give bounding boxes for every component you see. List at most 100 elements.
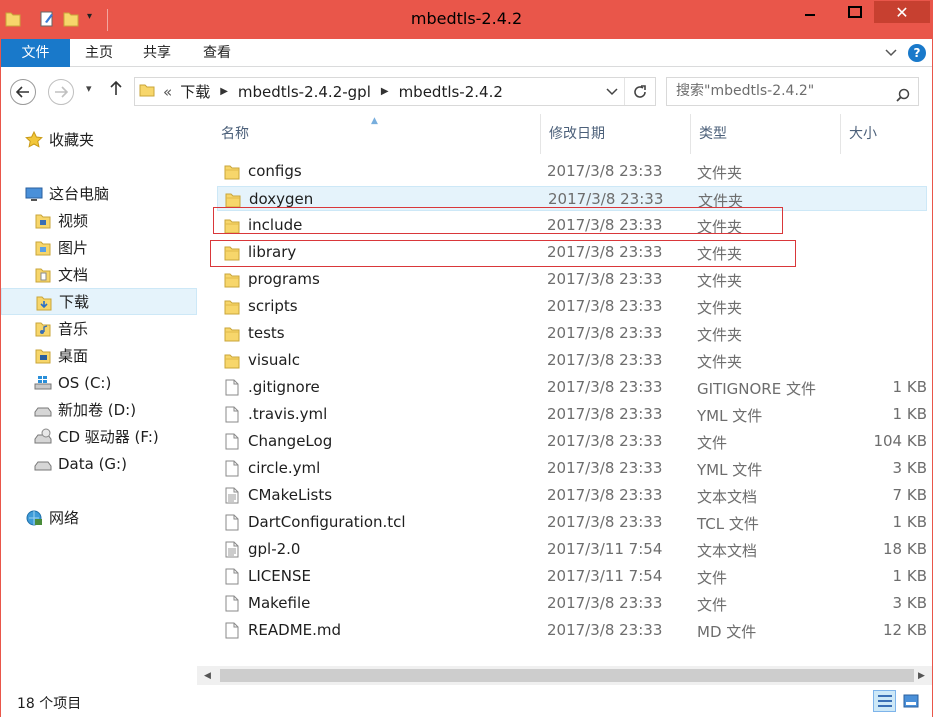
- file-size: 7 KB: [892, 486, 927, 504]
- back-arrow-icon: [16, 86, 29, 98]
- file-name: .travis.yml: [248, 405, 328, 423]
- file-row-library[interactable]: library 2017/3/8 23:33 文件夹: [217, 240, 927, 265]
- navigation-pane: 收藏夹 这台电脑 视频 图片 文档 下载 音乐 桌面 OS (C:) 新加卷 (…: [1, 114, 197, 685]
- file-icon: [224, 379, 240, 396]
- recent-locations-button[interactable]: ▾: [86, 82, 92, 95]
- file-type: GITIGNORE 文件: [697, 380, 816, 398]
- title-bar[interactable]: ▾ mbedtls-2.4.2 ✕: [1, 1, 932, 39]
- close-button[interactable]: ✕: [874, 1, 930, 23]
- file-row-readme-md[interactable]: README.md 2017/3/8 23:33 MD 文件 12 KB: [217, 618, 927, 643]
- folder-icon: [224, 325, 240, 342]
- new-folder-icon[interactable]: [63, 10, 79, 28]
- nav-item-drive-f[interactable]: CD 驱动器 (F:): [1, 423, 197, 450]
- nav-item-drive-g[interactable]: Data (G:): [1, 450, 197, 477]
- file-size: 104 KB: [873, 432, 927, 450]
- file-date: 2017/3/8 23:33: [547, 216, 663, 234]
- address-history-dropdown[interactable]: [606, 78, 618, 105]
- file-icon: [224, 460, 240, 477]
- nav-item-pictures[interactable]: 图片: [1, 234, 197, 261]
- search-icon[interactable]: [896, 85, 910, 112]
- tab-share[interactable]: 共享: [133, 39, 181, 67]
- file-row-license[interactable]: LICENSE 2017/3/11 7:54 文件 1 KB: [217, 564, 927, 589]
- breadcrumb-item-current[interactable]: mbedtls-2.4.2: [399, 83, 503, 101]
- up-button[interactable]: [109, 80, 123, 99]
- scroll-right-button[interactable]: ▶: [911, 666, 932, 685]
- nav-item-network[interactable]: 网络: [1, 504, 197, 531]
- window-title: mbedtls-2.4.2: [410, 9, 523, 28]
- file-row-visualc[interactable]: visualc 2017/3/8 23:33 文件夹: [217, 348, 927, 373]
- file-row-makefile[interactable]: Makefile 2017/3/8 23:33 文件 3 KB: [217, 591, 927, 616]
- breadcrumb-separator-icon[interactable]: ▶: [220, 86, 228, 97]
- nav-item-videos[interactable]: 视频: [1, 207, 197, 234]
- music-folder-icon: [34, 320, 52, 338]
- details-view-button[interactable]: [873, 690, 896, 712]
- file-type: 文件: [697, 434, 728, 452]
- downloads-folder-icon: [35, 294, 53, 312]
- nav-item-documents[interactable]: 文档: [1, 261, 197, 288]
- refresh-button[interactable]: [624, 78, 655, 105]
- nav-item-label: 这台电脑: [49, 185, 110, 203]
- file-name: doxygen: [249, 190, 314, 208]
- tab-view[interactable]: 查看: [193, 39, 241, 67]
- help-icon: ?: [913, 46, 921, 60]
- nav-item-downloads[interactable]: 下载: [1, 288, 197, 315]
- pictures-folder-icon: [34, 239, 52, 257]
- tab-home[interactable]: 主页: [75, 39, 123, 67]
- file-row-circle-yml[interactable]: circle.yml 2017/3/8 23:33 YML 文件 3 KB: [217, 456, 927, 481]
- nav-item-label: 图片: [58, 239, 89, 257]
- file-row-tests[interactable]: tests 2017/3/8 23:33 文件夹: [217, 321, 927, 346]
- breadcrumb-item-downloads[interactable]: 下载: [180, 81, 210, 102]
- address-bar[interactable]: « 下载 ▶ mbedtls-2.4.2-gpl ▶ mbedtls-2.4.2: [134, 77, 656, 106]
- minimize-icon: [804, 14, 815, 16]
- file-icon: [224, 622, 240, 639]
- file-row-dartconfiguration-tcl[interactable]: DartConfiguration.tcl 2017/3/8 23:33 TCL 文…: [217, 510, 927, 535]
- properties-icon[interactable]: [39, 10, 55, 28]
- column-header-date[interactable]: 修改日期: [541, 114, 691, 154]
- nav-item-desktop[interactable]: 桌面: [1, 342, 197, 369]
- nav-item-favorites[interactable]: 收藏夹: [1, 126, 197, 153]
- file-row-changelog[interactable]: ChangeLog 2017/3/8 23:33 文件 104 KB: [217, 429, 927, 454]
- nav-item-drive-c[interactable]: OS (C:): [1, 369, 197, 396]
- file-row-gpl-2-0[interactable]: gpl-2.0 2017/3/11 7:54 文本文档 18 KB: [217, 537, 927, 562]
- file-row-programs[interactable]: programs 2017/3/8 23:33 文件夹: [217, 267, 927, 292]
- breadcrumb-overflow[interactable]: «: [163, 83, 172, 101]
- customize-toolbar-icon[interactable]: ▾: [87, 11, 103, 29]
- back-button[interactable]: [10, 79, 36, 105]
- file-date: 2017/3/8 23:33: [547, 459, 663, 477]
- text-document-icon: [224, 487, 240, 504]
- file-row-include[interactable]: include 2017/3/8 23:33 文件夹: [217, 213, 927, 238]
- nav-item-music[interactable]: 音乐: [1, 315, 197, 342]
- file-row-travis-yml[interactable]: .travis.yml 2017/3/8 23:33 YML 文件 1 KB: [217, 402, 927, 427]
- file-row-doxygen[interactable]: doxygen 2017/3/8 23:33 文件夹: [217, 186, 927, 211]
- file-row-cmakelists[interactable]: CMakeLists 2017/3/8 23:33 文本文档 7 KB: [217, 483, 927, 508]
- forward-button[interactable]: [48, 79, 74, 105]
- folder-icon[interactable]: [5, 10, 21, 28]
- nav-item-this-pc[interactable]: 这台电脑: [1, 180, 197, 207]
- file-row-configs[interactable]: configs 2017/3/8 23:33 文件夹: [217, 159, 927, 184]
- file-type: 文件夹: [697, 353, 743, 371]
- star-icon: [25, 130, 43, 149]
- nav-item-drive-d[interactable]: 新加卷 (D:): [1, 396, 197, 423]
- folder-icon: [224, 352, 240, 369]
- file-row-gitignore[interactable]: .gitignore 2017/3/8 23:33 GITIGNORE 文件 1 KB: [217, 375, 927, 400]
- column-header-size[interactable]: 大小: [841, 114, 932, 154]
- up-arrow-icon: [110, 80, 122, 95]
- file-size: 1 KB: [892, 378, 927, 396]
- file-name: DartConfiguration.tcl: [248, 513, 406, 531]
- collapse-ribbon-button[interactable]: [883, 44, 899, 62]
- help-button[interactable]: ?: [908, 44, 926, 62]
- breadcrumb-item-gpl[interactable]: mbedtls-2.4.2-gpl: [238, 83, 371, 101]
- file-row-scripts[interactable]: scripts 2017/3/8 23:33 文件夹: [217, 294, 927, 319]
- folder-icon: [224, 244, 240, 261]
- tab-file[interactable]: 文件: [1, 39, 70, 67]
- column-header-type[interactable]: 类型: [691, 114, 841, 154]
- minimize-button[interactable]: [796, 1, 823, 23]
- breadcrumb-separator-icon[interactable]: ▶: [381, 86, 389, 97]
- scroll-left-button[interactable]: ◀: [197, 666, 218, 685]
- scrollbar-thumb[interactable]: [220, 669, 914, 682]
- file-type: 文件夹: [698, 192, 744, 210]
- maximize-button[interactable]: [841, 1, 868, 23]
- horizontal-scrollbar[interactable]: ◀ ▶: [197, 666, 932, 685]
- search-box[interactable]: 搜索"mbedtls-2.4.2": [666, 77, 919, 106]
- large-icons-view-button[interactable]: [899, 690, 922, 712]
